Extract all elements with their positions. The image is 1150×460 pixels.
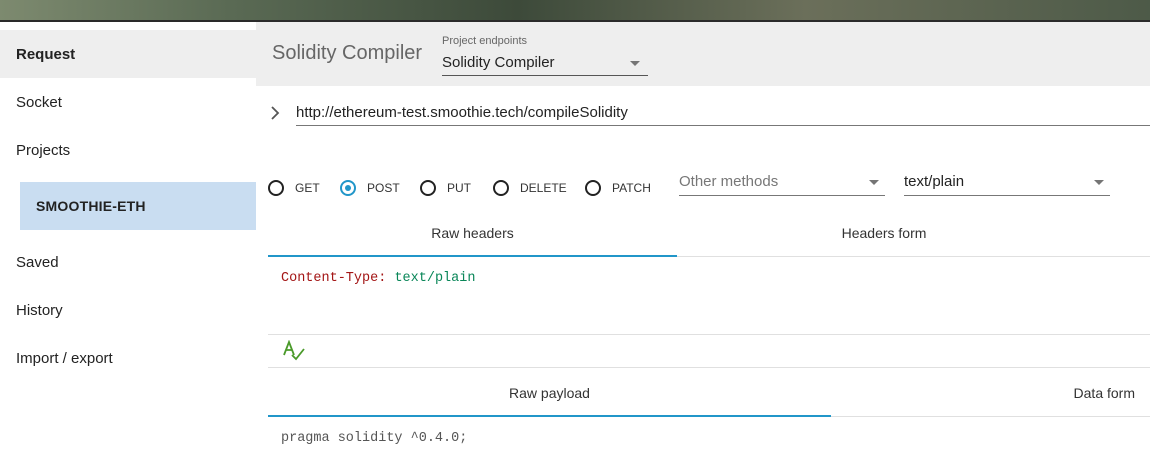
tab-raw-headers[interactable]: Raw headers	[268, 210, 677, 257]
sidebar-item-label: Projects	[16, 141, 71, 159]
sidebar-item-label: History	[16, 301, 63, 319]
sidebar-item-socket[interactable]: Socket	[0, 78, 256, 126]
payload-line: pragma solidity ^0.4.0;	[281, 431, 468, 446]
method-put-radio[interactable]: PUT	[420, 178, 471, 198]
raw-payload-editor[interactable]: pragma solidity ^0.4.0;	[268, 417, 1150, 460]
sidebar-project-smoothie-eth[interactable]: SMOOTHIE-ETH	[20, 182, 256, 230]
sidebar-item-label: SMOOTHIE-ETH	[36, 198, 146, 214]
method-patch-radio[interactable]: PATCH	[585, 178, 651, 198]
endpoints-select-value: Solidity Compiler	[442, 54, 555, 71]
chevron-down-icon	[869, 180, 879, 185]
sidebar-item-history[interactable]: History	[0, 286, 256, 334]
headers-tabs: Raw headers Headers form	[268, 210, 1150, 257]
tab-label: Headers form	[841, 225, 927, 241]
method-post-radio[interactable]: POST	[340, 178, 400, 198]
sidebar-item-request[interactable]: Request	[0, 30, 256, 78]
endpoints-select[interactable]: Solidity Compiler	[442, 53, 648, 76]
method-get-radio[interactable]: GET	[268, 178, 320, 198]
sidebar-item-projects[interactable]: Projects	[0, 126, 256, 174]
tab-label: Raw payload	[509, 385, 590, 401]
tab-data-form[interactable]: Data form	[831, 370, 1150, 416]
radio-icon	[268, 180, 284, 196]
header-value: text/plain	[394, 271, 476, 286]
payload-tabs: Raw payload Data form	[268, 370, 1150, 417]
page-title: Solidity Compiler	[272, 42, 423, 64]
chevron-down-icon	[630, 61, 640, 66]
chevron-down-icon	[1094, 180, 1104, 185]
content-type-value: text/plain	[904, 173, 965, 190]
header-key: Content-Type:	[281, 271, 387, 286]
tab-headers-form[interactable]: Headers form	[677, 210, 1091, 256]
radio-icon	[493, 180, 509, 196]
tab-label: Data form	[1073, 385, 1135, 401]
sidebar-item-label: Request	[16, 45, 76, 63]
sidebar-item-label: Import / export	[16, 349, 113, 367]
method-label: DELETE	[520, 181, 567, 195]
header-line: Content-Type: text/plain	[281, 271, 475, 286]
content-type-select[interactable]: text/plain	[904, 171, 1110, 196]
other-methods-placeholder: Other methods	[679, 173, 779, 190]
method-label: PUT	[447, 181, 471, 195]
sidebar: Request Socket Projects SMOOTHIE-ETH Sav…	[0, 22, 256, 460]
tab-raw-payload[interactable]: Raw payload	[268, 370, 831, 417]
url-input[interactable]: http://ethereum-test.smoothie.tech/compi…	[296, 101, 1150, 126]
headers-toolbar	[268, 335, 1150, 368]
radio-icon	[585, 180, 601, 196]
url-value: http://ethereum-test.smoothie.tech/compi…	[296, 104, 628, 121]
radio-checked-icon	[340, 180, 356, 196]
radio-icon	[420, 180, 436, 196]
method-label: PATCH	[612, 181, 651, 195]
sidebar-item-label: Socket	[16, 93, 62, 111]
sidebar-item-label: Saved	[16, 253, 59, 271]
request-header-bar: Solidity Compiler Project endpoints Soli…	[256, 22, 1150, 86]
endpoints-label: Project endpoints	[442, 35, 527, 47]
chevron-right-icon[interactable]	[270, 106, 284, 122]
method-delete-radio[interactable]: DELETE	[493, 178, 567, 198]
other-methods-select[interactable]: Other methods	[679, 171, 885, 196]
window-top-strip	[0, 0, 1150, 20]
method-label: GET	[295, 181, 320, 195]
method-label: POST	[367, 181, 400, 195]
sidebar-item-saved[interactable]: Saved	[0, 238, 256, 286]
spellcheck-icon[interactable]	[282, 339, 306, 362]
tab-label: Raw headers	[431, 225, 514, 241]
sidebar-item-import-export[interactable]: Import / export	[0, 334, 256, 382]
raw-headers-editor[interactable]: Content-Type: text/plain	[268, 257, 1150, 335]
